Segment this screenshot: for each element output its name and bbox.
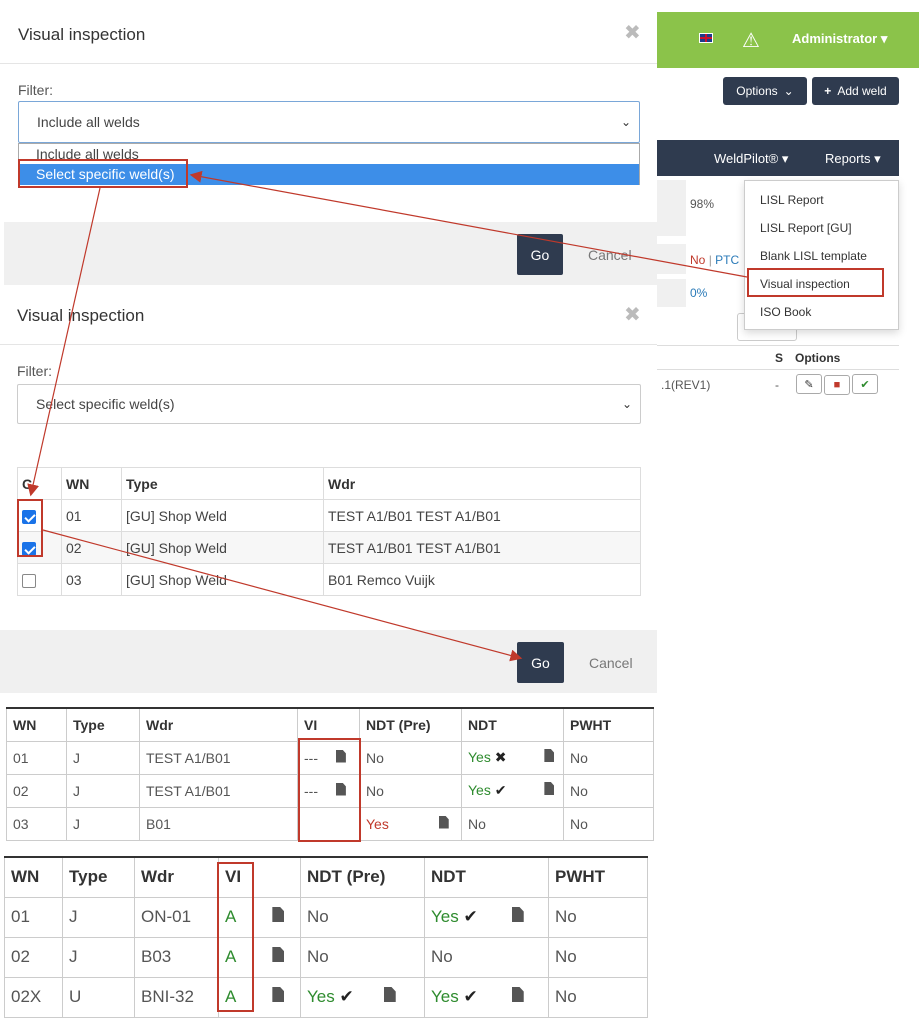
arrow-menu-to-select [189, 170, 748, 278]
arrow-checkbox-to-go [42, 529, 523, 662]
arrow-select-to-checkbox [27, 187, 101, 497]
annotation-arrows [27, 170, 748, 662]
